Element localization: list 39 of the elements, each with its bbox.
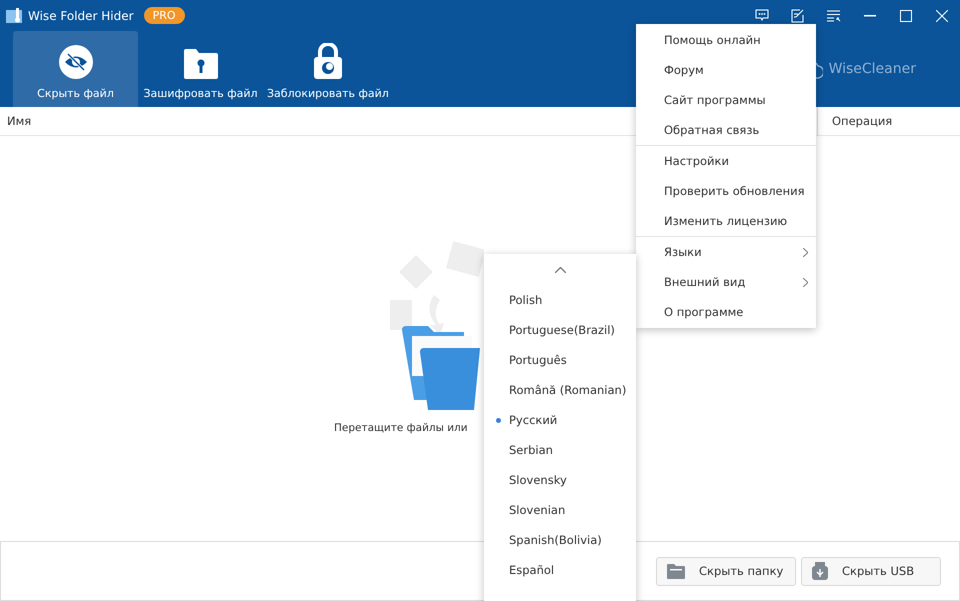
window-title: Wise Folder Hider xyxy=(28,8,134,22)
drop-hint: Перетащите файлы или xyxy=(334,422,468,434)
chevron-right-icon xyxy=(803,248,808,256)
menu-item[interactable]: Обратная связь xyxy=(636,115,816,145)
menu-item[interactable]: Внешний вид xyxy=(636,267,816,297)
menu-item[interactable]: Сайт программы xyxy=(636,85,816,115)
padlock-icon xyxy=(314,43,342,79)
menu-item[interactable]: Форум xyxy=(636,55,816,85)
language-item[interactable]: Español xyxy=(484,555,636,585)
menu-item[interactable]: Языки xyxy=(636,237,816,267)
pro-badge: PRO xyxy=(144,7,185,24)
language-item[interactable]: Română (Romanian) xyxy=(484,375,636,405)
language-item[interactable]: Serbian xyxy=(484,435,636,465)
menu-item[interactable]: Проверить обновления xyxy=(636,176,816,206)
hide-button[interactable]: Скрыть папку xyxy=(656,556,796,586)
language-item[interactable]: Portuguese(Brazil) xyxy=(484,315,636,345)
folder-keyhole-icon xyxy=(184,49,218,79)
app-logo-icon xyxy=(6,8,22,23)
hidden-eye-icon xyxy=(58,45,92,79)
menu-item[interactable]: Настройки xyxy=(636,146,816,176)
menu-item[interactable]: Помощь онлайн xyxy=(636,25,816,55)
chevron-up-icon[interactable] xyxy=(554,266,566,272)
chevron-right-icon xyxy=(803,278,808,286)
language-item[interactable]: Português xyxy=(484,345,636,375)
language-item[interactable]: Polish xyxy=(484,285,636,315)
folder-icon xyxy=(667,564,685,578)
language-item[interactable]: Slovenian xyxy=(484,495,636,525)
menu-item[interactable]: Изменить лицензию xyxy=(636,206,816,236)
tab[interactable]: Скрыть файл xyxy=(13,31,138,107)
language-item[interactable]: Spanish(Bolivia) xyxy=(484,525,636,555)
menu-item[interactable]: О программе xyxy=(636,297,816,327)
tab[interactable]: Заблокировать файл xyxy=(263,31,393,107)
usb-drive-icon xyxy=(812,562,828,580)
language-item[interactable]: Slovensky xyxy=(484,465,636,495)
column-header: Операция xyxy=(831,114,894,128)
column-header: Имя xyxy=(6,114,32,128)
language-item[interactable]: Русский xyxy=(484,405,636,435)
hide-button[interactable]: Скрыть USB xyxy=(801,556,941,586)
tab[interactable]: Зашифровать файл xyxy=(138,31,263,107)
